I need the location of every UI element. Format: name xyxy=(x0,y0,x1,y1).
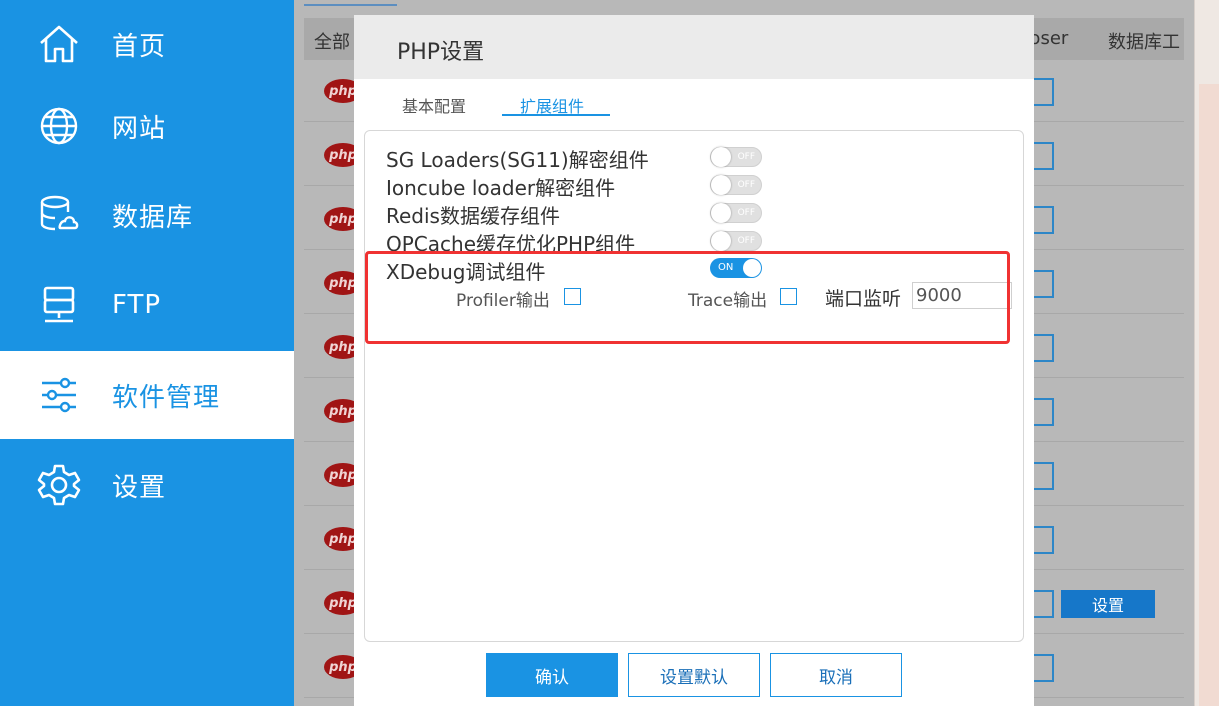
cancel-button[interactable]: 取消 xyxy=(770,653,902,697)
sidebar-item-label: 数据库 xyxy=(112,202,194,233)
annotation-highlight xyxy=(365,251,1010,344)
set-default-button[interactable]: 设置默认 xyxy=(628,653,760,697)
ioncube-toggle[interactable]: OFF xyxy=(710,175,762,195)
toggle-state: OFF xyxy=(737,208,755,218)
extension-label: SG Loaders(SG11)解密组件 xyxy=(386,148,649,172)
extensions-panel: SG Loaders(SG11)解密组件 OFF Ioncube loader解… xyxy=(364,130,1024,642)
confirm-button[interactable]: 确认 xyxy=(486,653,618,697)
php-settings-dialog: PHP设置 基本配置 扩展组件 SG Loaders(SG11)解密组件 OFF… xyxy=(354,15,1034,706)
sidebar-item-website[interactable]: 网站 xyxy=(0,82,294,170)
header-all[interactable]: 全部 xyxy=(314,28,350,54)
extension-label: Ioncube loader解密组件 xyxy=(386,176,616,200)
toggle-state: OFF xyxy=(737,152,755,162)
sidebar: 首页 网站 数据库 FTP 软件管理 设置 xyxy=(0,0,294,706)
dialog-title: PHP设置 xyxy=(397,40,485,65)
sidebar-item-ftp[interactable]: FTP xyxy=(0,261,294,349)
sidebar-item-label: 设置 xyxy=(112,472,167,503)
sg-loaders-toggle[interactable]: OFF xyxy=(710,147,762,167)
toggle-state: OFF xyxy=(737,180,755,190)
gear-icon xyxy=(36,462,82,508)
tab-basic-config[interactable]: 基本配置 xyxy=(402,93,466,117)
database-icon xyxy=(36,192,82,238)
extension-label: Redis数据缓存组件 xyxy=(386,204,560,228)
toggle-knob xyxy=(711,147,731,167)
sidebar-item-label: 首页 xyxy=(112,31,167,62)
sliders-icon xyxy=(36,372,82,418)
toggle-state: OFF xyxy=(737,236,755,246)
row-settings-button[interactable]: 设置 xyxy=(1061,590,1155,618)
sidebar-item-home[interactable]: 首页 xyxy=(0,0,294,88)
sidebar-item-label: FTP xyxy=(112,290,162,320)
globe-icon xyxy=(36,103,82,149)
sidebar-item-software[interactable]: 软件管理 xyxy=(0,351,294,439)
tab-underline xyxy=(304,4,397,6)
desktop-edge xyxy=(1194,0,1219,706)
home-icon xyxy=(36,21,82,67)
redis-toggle[interactable]: OFF xyxy=(710,203,762,223)
toggle-knob xyxy=(711,231,731,251)
sidebar-item-database[interactable]: 数据库 xyxy=(0,171,294,259)
sidebar-item-settings[interactable]: 设置 xyxy=(0,441,294,529)
sidebar-item-label: 软件管理 xyxy=(112,382,221,413)
dialog-title-bar: PHP设置 xyxy=(354,15,1034,79)
wallpaper-fragment xyxy=(1199,84,1219,706)
active-tab-indicator xyxy=(502,114,610,116)
sidebar-item-label: 网站 xyxy=(112,113,167,144)
toggle-knob xyxy=(711,203,731,223)
header-db-tool: 数据库工 xyxy=(1108,32,1180,53)
opcache-toggle[interactable]: OFF xyxy=(710,231,762,251)
server-icon xyxy=(36,282,82,328)
toggle-knob xyxy=(711,175,731,195)
